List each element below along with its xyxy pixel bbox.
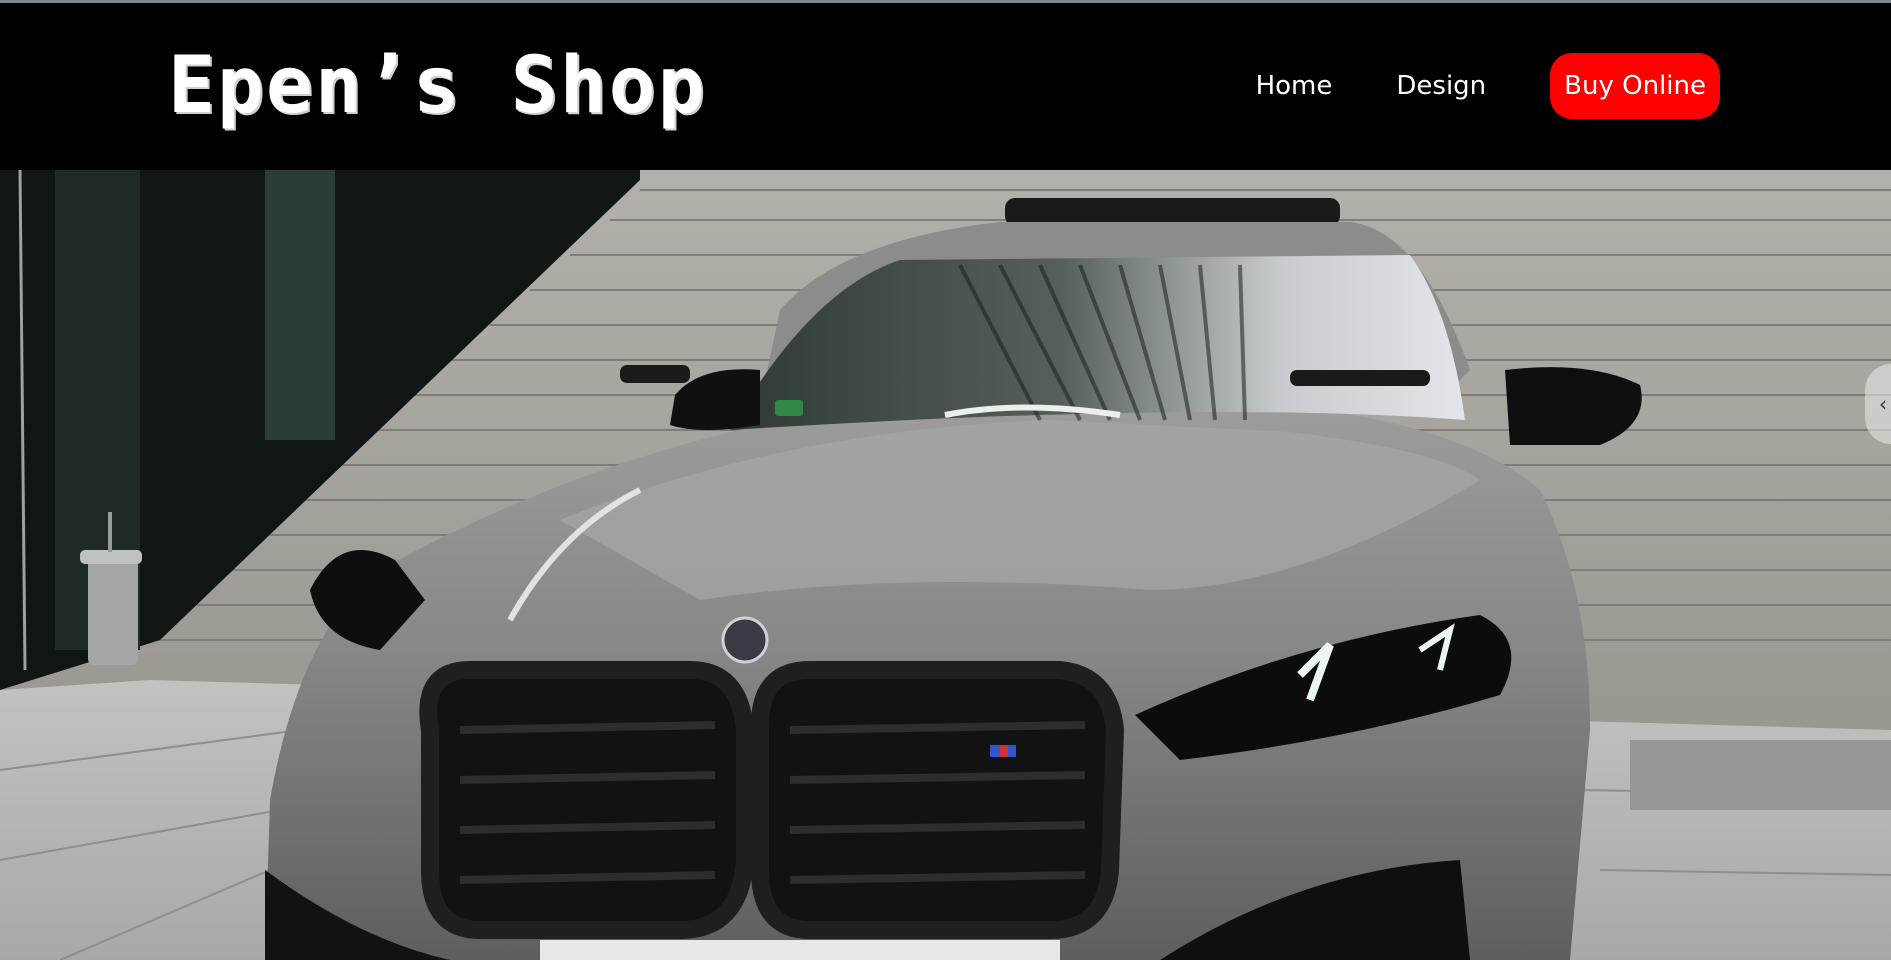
nav-home-link[interactable]: Home: [1256, 53, 1333, 119]
car-photo: [0, 170, 1891, 960]
site-logo[interactable]: Epen’s Shop: [168, 47, 707, 125]
buy-online-button[interactable]: Buy Online: [1550, 53, 1720, 119]
chevron-left-icon[interactable]: ‹: [1865, 364, 1891, 444]
main-nav: Home Design Buy Online: [1256, 53, 1720, 119]
hero-section: ‹: [0, 170, 1891, 960]
site-header: Epen’s Shop Home Design Buy Online: [0, 3, 1891, 170]
nav-design-link[interactable]: Design: [1396, 53, 1486, 119]
page: Epen’s Shop Home Design Buy Online ‹: [0, 0, 1891, 960]
